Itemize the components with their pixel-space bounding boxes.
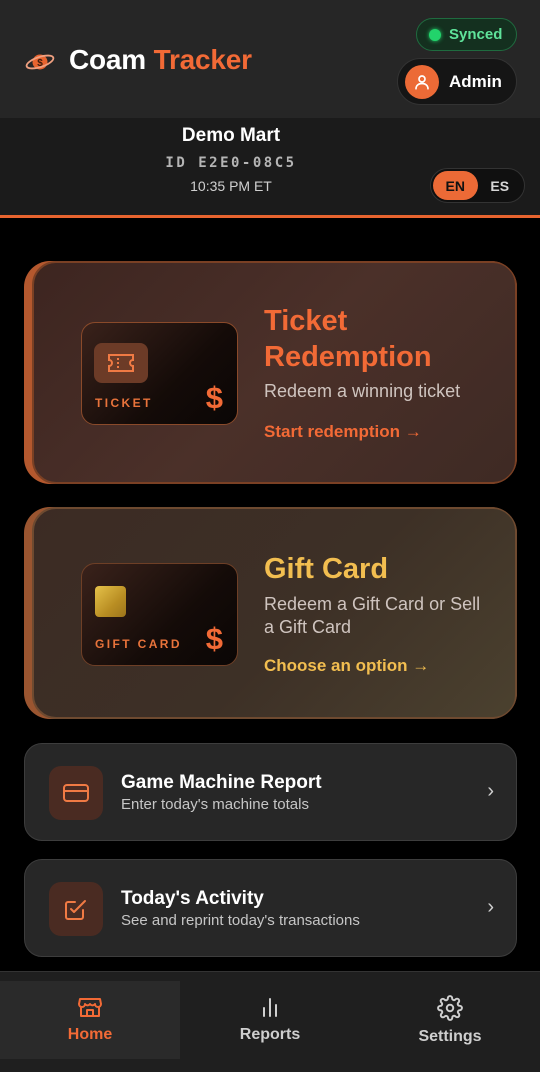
game-machine-report-title: Game Machine Report <box>121 772 322 793</box>
user-avatar-icon <box>405 64 439 99</box>
app-title-part1: Coam <box>69 44 146 75</box>
planet-coin-logo-icon: $ <box>25 54 55 70</box>
game-machine-report-subtitle: Enter today's machine totals <box>121 796 309 813</box>
store-id: ID E2E0-08C5 <box>165 155 297 171</box>
sync-status-badge: Synced <box>416 18 517 51</box>
ticket-dollar-icon: $ <box>205 380 223 415</box>
store-time: 10:35 PM ET <box>190 178 272 194</box>
chevron-right-icon: › <box>487 780 494 802</box>
gift-card-illustration: GIFT CARD $ <box>81 563 238 666</box>
user-menu-button[interactable]: Admin <box>397 58 517 105</box>
user-label: Admin <box>449 71 502 91</box>
gift-card-card[interactable]: GIFT CARD $ Gift Card Redeem a Gift Card… <box>24 507 517 719</box>
ticket-redemption-card[interactable]: TICKET $ Ticket Redemption Redeem a winn… <box>24 261 517 484</box>
sync-status-dot-icon <box>429 28 441 41</box>
todays-activity-subtitle: See and reprint today's transactions <box>121 912 360 929</box>
nav-tab-settings-label: Settings <box>418 1028 482 1045</box>
nav-tab-home-label: Home <box>67 1026 113 1043</box>
store-info-bar: Demo Mart ID E2E0-08C5 10:35 PM ET EN ES <box>0 118 540 218</box>
language-toggle: EN ES <box>430 168 525 203</box>
start-redemption-link[interactable]: Start redemption → <box>264 422 422 442</box>
app-header: $ Coam Tracker Synced Admin <box>0 0 540 118</box>
app-title: Coam Tracker <box>69 44 252 76</box>
store-name: Demo Mart <box>181 125 281 146</box>
app-title-part2: Tracker <box>153 44 252 75</box>
ticket-redemption-title: Ticket Redemption <box>264 303 432 375</box>
chevron-right-icon: › <box>487 896 494 918</box>
todays-activity-item[interactable]: Today's Activity See and reprint today's… <box>24 859 517 957</box>
nav-tab-reports-label: Reports <box>239 1026 301 1043</box>
bottom-nav: Home Reports Settings <box>0 971 540 1072</box>
gift-card-title: Gift Card <box>264 553 389 585</box>
credit-card-icon <box>49 766 103 820</box>
nav-tab-reports[interactable]: Reports <box>180 981 360 1059</box>
todays-activity-title: Today's Activity <box>121 888 264 909</box>
language-option-en[interactable]: EN <box>433 171 478 200</box>
nav-tab-home[interactable]: Home <box>0 981 180 1059</box>
choose-option-link[interactable]: Choose an option → <box>264 656 429 676</box>
ticket-illustration-label: TICKET <box>95 396 153 410</box>
checkbox-edit-icon <box>49 882 103 936</box>
bar-chart-icon <box>263 998 277 1017</box>
ticket-illustration: TICKET $ <box>81 322 238 425</box>
gift-card-subtitle: Redeem a Gift Card or Sell a Gift Card <box>264 594 481 637</box>
ticket-redemption-title-line1: Ticket <box>264 305 348 337</box>
gift-card-card-body: GIFT CARD $ Gift Card Redeem a Gift Card… <box>32 507 517 719</box>
sync-status-label: Synced <box>449 26 503 43</box>
gift-card-dollar-icon: $ <box>205 621 223 656</box>
ticket-icon <box>94 343 148 383</box>
language-option-es[interactable]: ES <box>478 171 523 200</box>
gift-card-illustration-label: GIFT CARD <box>95 637 182 651</box>
nav-tab-settings[interactable]: Settings <box>360 981 540 1059</box>
gear-icon <box>437 995 463 1021</box>
ticket-redemption-subtitle: Redeem a winning ticket <box>264 381 461 401</box>
card-chip-icon <box>95 586 126 617</box>
game-machine-report-item[interactable]: Game Machine Report Enter today's machin… <box>24 743 517 841</box>
ticket-redemption-title-line2: Redemption <box>264 341 432 373</box>
ticket-redemption-card-body: TICKET $ Ticket Redemption Redeem a winn… <box>32 261 517 484</box>
store-icon <box>78 998 102 1017</box>
